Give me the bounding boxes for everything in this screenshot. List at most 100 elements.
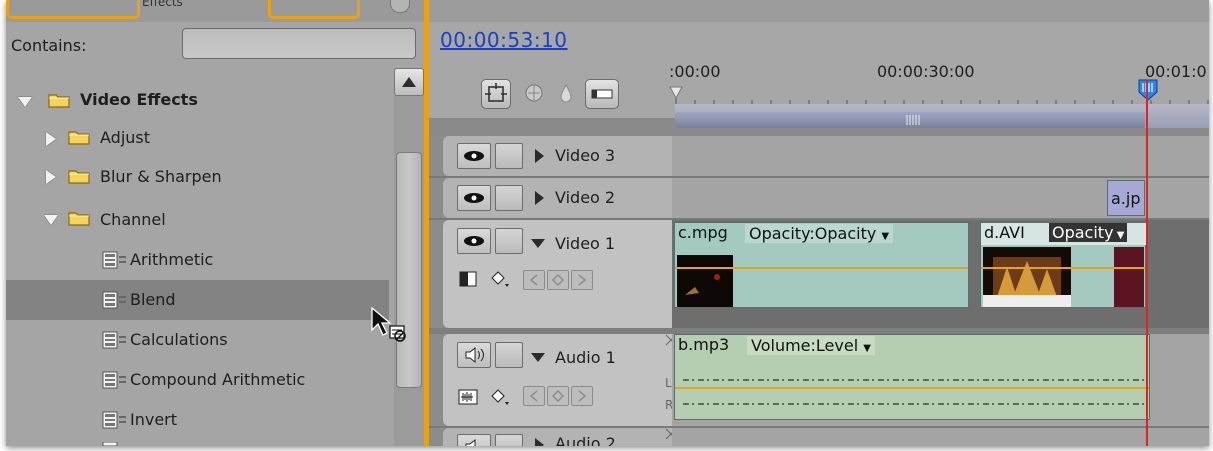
in-out-icon [591,89,613,99]
track-lock-toggle[interactable] [495,342,523,368]
track-content[interactable]: c.mpg Opacity:Opacity ▼ d.AVI Opacity ▼ [672,220,1209,328]
track-content[interactable] [672,136,1209,176]
track-video-2: Video 2 a.jp [429,178,1209,218]
scrollbar-thumb[interactable] [396,152,422,388]
track-name: Video 3 [555,146,616,165]
collapsed-triangle-icon[interactable] [46,132,56,146]
track-lock-toggle[interactable] [495,434,523,446]
current-timecode[interactable]: 00:00:53:10 [440,28,568,52]
next-keyframe-button[interactable] [571,386,593,406]
tree-item-adjust[interactable]: Adjust [6,120,389,160]
tree-item-label: Blend [130,290,176,309]
folder-icon [68,131,90,145]
track-audio-1: Audio 1 L R b.mp3 Volume:Level ▼ [429,334,1209,426]
effect-icon [102,411,126,429]
timeline-header: 00:00:53:10 :00:00 00:00:30:00 00:01:0 [429,22,1209,142]
scroll-up-arrow-icon[interactable] [394,68,424,96]
waveform-display-icon[interactable] [457,386,479,408]
tree-item-compound-arithmetic[interactable]: Compound Arithmetic [6,360,389,400]
clip-property-dropdown[interactable]: Opacity ▼ [1049,223,1128,242]
toggle-speaker-icon[interactable] [457,434,491,446]
tree-item-video-effects[interactable]: Video Effects [6,80,389,120]
clip-property-label: Opacity:Opacity [749,224,877,243]
track-lock-toggle[interactable] [495,228,523,254]
toggle-output-eye-icon[interactable] [457,185,491,211]
prev-keyframe-button[interactable] [523,386,545,406]
tree-item-arithmetic[interactable]: Arithmetic [6,240,389,280]
tab-other[interactable] [268,0,360,19]
track-header: Video 1 [443,220,672,328]
track-lock-toggle[interactable] [495,143,523,169]
track-content[interactable]: b.mp3 Volume:Level ▼ [672,334,1209,426]
keyframe-menu-icon[interactable] [489,268,511,290]
expanded-triangle-icon[interactable] [531,239,545,248]
add-keyframe-button[interactable] [547,270,569,290]
snap-toggle-button[interactable] [481,79,511,109]
track-lock-toggle[interactable] [495,185,523,211]
track-name: Audio 2 [555,434,616,446]
track-name: Video 2 [555,188,616,207]
display-style-icon[interactable] [457,268,479,290]
prev-keyframe-button[interactable] [523,270,545,290]
contains-label: Contains: [11,36,87,55]
clip-d-avi[interactable]: d.AVI Opacity ▼ [980,222,1147,308]
effects-tree: Video Effects Adjust Blur & Sharpen Chan… [6,80,389,446]
in-point-marker-icon[interactable] [669,86,683,100]
track-name: Audio 1 [555,348,616,367]
clip-property-dropdown[interactable]: Volume:Level ▼ [747,336,875,355]
dropdown-arrow-icon: ▼ [863,343,871,354]
tab-media[interactable] [6,0,140,19]
keyframe-menu-icon[interactable] [489,386,511,408]
snap-icon [485,83,507,102]
tree-item-invert[interactable]: Invert [6,400,389,440]
tree-item-channel[interactable]: Channel [6,200,389,240]
track-content[interactable] [672,428,1209,446]
toggle-output-eye-icon[interactable] [457,143,491,169]
collapsed-triangle-icon[interactable] [535,438,544,446]
time-ruler[interactable]: :00:00 00:00:30:00 00:01:0 [669,42,1209,140]
next-keyframe-button[interactable] [571,270,593,290]
panel-menu-button[interactable] [390,0,410,13]
tree-item-blend[interactable]: Blend [6,280,389,320]
clip-name: d.AVI [984,223,1025,242]
tree-item-calculations[interactable]: Calculations [6,320,389,360]
track-video-3: Video 3 [429,136,1209,176]
playhead-icon[interactable] [1135,78,1161,124]
expanded-triangle-icon[interactable] [18,97,32,107]
folder-icon [68,170,90,184]
opacity-rubberband[interactable] [981,267,1145,269]
opacity-rubberband[interactable] [675,267,968,269]
tab-effects-label[interactable]: Effects [142,0,183,9]
track-area: Video 3 Video 2 a.jp Video 1 c.mpg Opaci… [429,136,1209,446]
collapsed-triangle-icon[interactable] [535,149,544,163]
work-area-bar[interactable] [675,112,1145,128]
panel-tabs: Effects [6,0,424,22]
clip-c-mpg[interactable]: c.mpg Opacity:Opacity ▼ [674,222,969,308]
collapsed-triangle-icon[interactable] [46,170,56,184]
tree-item-label: Calculations [130,330,228,349]
premiere-window: Effects Contains: Video Effects Adjust B… [6,0,1209,446]
clip-a-jpg[interactable]: a.jp [1107,180,1145,216]
drop-marker-icon[interactable] [551,79,581,109]
add-keyframe-button[interactable] [547,386,569,406]
clip-b-mp3[interactable]: b.mp3 Volume:Level ▼ [674,334,1150,420]
toggle-output-eye-icon[interactable] [457,228,491,254]
effects-scrollbar[interactable] [394,68,424,446]
effect-icon [102,371,126,389]
set-in-out-button[interactable] [585,79,619,109]
clip-property-label: Volume:Level [751,336,859,355]
contains-search-input[interactable] [182,28,416,59]
expanded-triangle-icon[interactable] [531,353,545,362]
clip-thumbnail [983,247,1071,307]
toggle-speaker-icon[interactable] [457,342,491,368]
volume-rubberband[interactable] [675,387,1149,389]
clip-property-dropdown[interactable]: Opacity:Opacity ▼ [745,224,894,243]
ruler-ticks [675,88,1209,106]
expanded-triangle-icon[interactable] [44,215,58,225]
collapsed-triangle-icon[interactable] [535,191,544,205]
track-content[interactable]: a.jp [672,178,1209,218]
marker-globe-icon[interactable] [519,79,549,109]
tree-item-blur-sharpen[interactable]: Blur & Sharpen [6,160,389,200]
dropdown-arrow-icon: ▼ [881,231,890,242]
ruler-label-30s: 00:00:30:00 [877,62,975,81]
